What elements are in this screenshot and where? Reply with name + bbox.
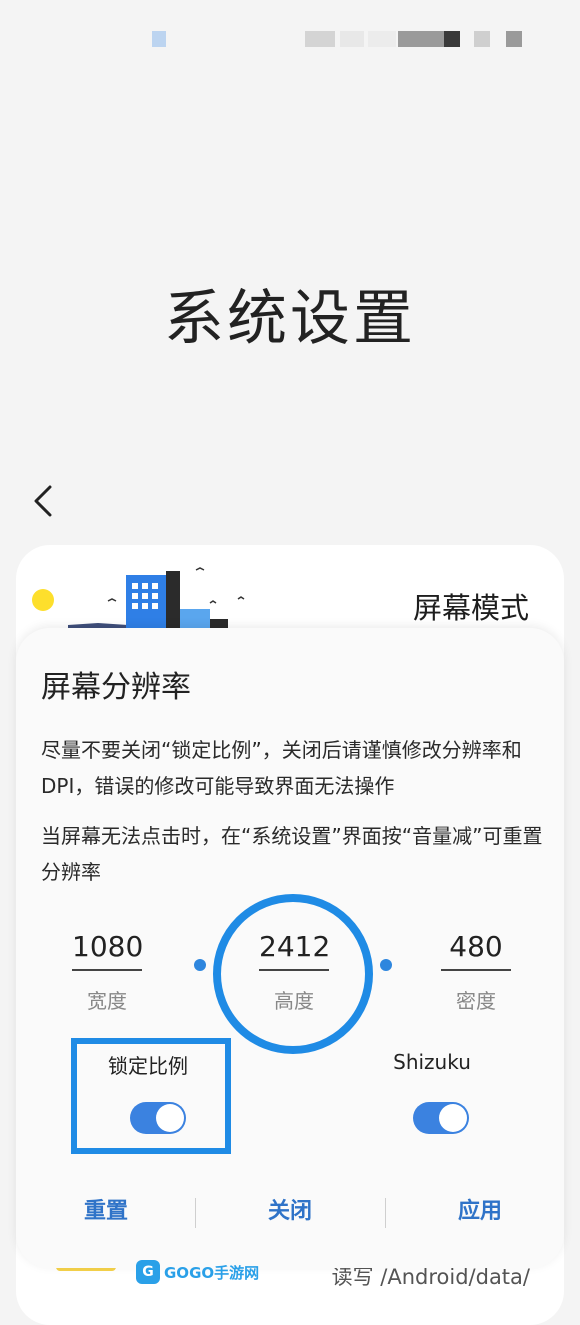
card-title: 屏幕模式 <box>412 591 529 625</box>
status-bar-icon-left <box>152 31 166 47</box>
shizuku-group: Shizuku <box>380 1050 484 1074</box>
status-bar-icon-4 <box>398 31 444 47</box>
lock-ratio-toggle[interactable] <box>130 1102 186 1134</box>
height-input[interactable]: 2412 <box>259 930 330 971</box>
status-bar-icon-2 <box>340 31 364 47</box>
dialog-warning-message: 尽量不要关闭“锁定比例”，关闭后请谨慎修改分辨率和DPI，错误的修改可能导致界面… <box>41 738 522 798</box>
city-illustration-icon <box>68 567 245 633</box>
separator-dot <box>380 959 392 971</box>
dialog-button-bar: 重置 关闭 应用 <box>16 1194 564 1234</box>
density-input[interactable]: 480 <box>441 930 511 971</box>
watermark: G GOGO手游网 <box>136 1258 259 1286</box>
status-bar-icon-7 <box>506 31 522 47</box>
shizuku-toggle[interactable] <box>413 1102 469 1134</box>
gogo-logo-icon: G <box>136 1260 160 1284</box>
status-bar-icon-1 <box>305 31 335 47</box>
dialog-title: 屏幕分辨率 <box>41 670 191 705</box>
lock-ratio-label: 锁定比例 <box>108 1054 188 1078</box>
dialog-reset-hint: 当屏幕无法点击时，在“系统设置”界面按“音量减”可重置分辨率 <box>41 824 543 884</box>
watermark-text: GOGO手游网 <box>164 1263 260 1282</box>
button-divider <box>385 1198 386 1228</box>
button-divider <box>195 1198 196 1228</box>
back-button[interactable] <box>28 484 60 518</box>
density-label: 密度 <box>456 989 496 1013</box>
status-bar-icon-5 <box>444 31 460 47</box>
width-input[interactable]: 1080 <box>72 930 143 971</box>
chevron-left-icon <box>34 485 52 517</box>
resolution-dialog: 屏幕分辨率 尽量不要关闭“锁定比例”，关闭后请谨慎修改分辨率和DPI，错误的修改… <box>16 628 564 1268</box>
toggle-knob <box>439 1104 467 1132</box>
reset-button[interactable]: 重置 <box>16 1194 196 1230</box>
close-button[interactable]: 关闭 <box>200 1194 380 1230</box>
height-field[interactable]: 2412 高度 <box>259 930 330 1014</box>
width-label: 宽度 <box>87 989 127 1013</box>
density-field[interactable]: 480 密度 <box>441 930 511 1014</box>
shizuku-label: Shizuku <box>393 1050 471 1074</box>
sun-icon <box>32 589 54 611</box>
toggle-knob <box>156 1104 184 1132</box>
apply-button[interactable]: 应用 <box>390 1194 570 1230</box>
height-label: 高度 <box>274 989 314 1013</box>
lock-ratio-group: 锁定比例 <box>76 1050 220 1079</box>
width-field[interactable]: 1080 宽度 <box>72 930 143 1014</box>
status-bar-icon-6 <box>474 31 490 47</box>
separator-dot <box>194 959 206 971</box>
page-title: 系统设置 <box>164 284 416 354</box>
status-bar-icon-3 <box>368 31 396 47</box>
